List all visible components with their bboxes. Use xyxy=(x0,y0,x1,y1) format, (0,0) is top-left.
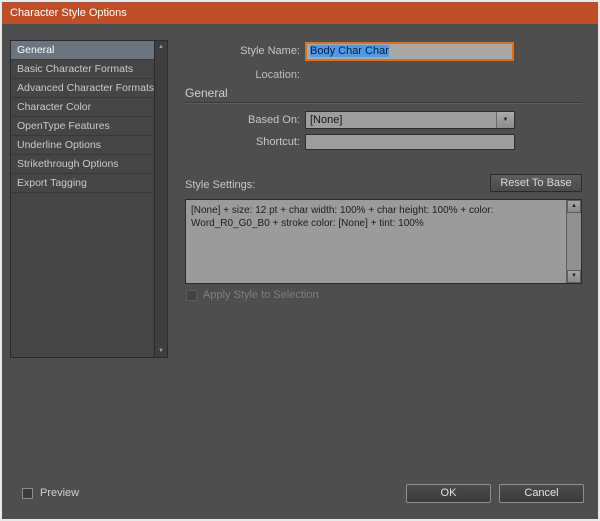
preview-checkbox[interactable] xyxy=(22,488,33,499)
reset-to-base-button[interactable]: Reset To Base xyxy=(490,174,582,192)
style-name-selected-text: Body Char Char xyxy=(310,45,389,57)
based-on-value: [None] xyxy=(310,114,343,126)
style-settings-text: [None] + size: 12 pt + char width: 100% … xyxy=(191,205,494,229)
scroll-up-icon[interactable]: ▲ xyxy=(155,41,167,53)
sidebar-item-advanced-character-formats[interactable]: Advanced Character Formats xyxy=(11,79,154,98)
settings-scrollbar[interactable]: ▲ ▼ xyxy=(566,200,581,283)
shortcut-label: Shortcut: xyxy=(255,136,300,148)
sidebar-list: General Basic Character Formats Advanced… xyxy=(11,41,154,193)
sidebar-item-strikethrough-options[interactable]: Strikethrough Options xyxy=(11,155,154,174)
location-label: Location: xyxy=(255,69,300,81)
style-settings-box[interactable]: [None] + size: 12 pt + char width: 100% … xyxy=(185,199,582,284)
sidebar-item-underline-options[interactable]: Underline Options xyxy=(11,136,154,155)
titlebar[interactable]: Character Style Options xyxy=(2,2,598,24)
window-title: Character Style Options xyxy=(10,7,127,19)
chevron-down-icon[interactable]: ▼ xyxy=(496,112,514,128)
scroll-up-icon[interactable]: ▲ xyxy=(567,200,581,213)
apply-style-checkbox xyxy=(186,290,197,301)
shortcut-input[interactable] xyxy=(305,134,515,150)
sidebar-item-character-color[interactable]: Character Color xyxy=(11,98,154,117)
cancel-button[interactable]: Cancel xyxy=(499,484,584,503)
sidebar-item-general[interactable]: General xyxy=(11,41,154,60)
based-on-label: Based On: xyxy=(248,114,300,126)
character-style-options-dialog: Character Style Options General Basic Ch… xyxy=(0,0,600,521)
sidebar-item-export-tagging[interactable]: Export Tagging xyxy=(11,174,154,193)
scroll-down-icon[interactable]: ▼ xyxy=(567,270,581,283)
based-on-dropdown[interactable]: [None] ▼ xyxy=(305,111,515,129)
preview-label: Preview xyxy=(40,487,80,499)
apply-style-label: Apply Style to Selection xyxy=(203,289,319,301)
style-name-input[interactable]: Body Char Char xyxy=(305,42,514,61)
style-settings-label: Style Settings: xyxy=(185,179,256,191)
sidebar: General Basic Character Formats Advanced… xyxy=(10,40,168,358)
sidebar-scrollbar[interactable]: ▲ ▼ xyxy=(154,41,167,357)
ok-button[interactable]: OK xyxy=(406,484,491,503)
section-heading: General xyxy=(185,86,228,100)
sidebar-item-basic-character-formats[interactable]: Basic Character Formats xyxy=(11,60,154,79)
style-name-label: Style Name: xyxy=(240,45,300,57)
sidebar-item-opentype-features[interactable]: OpenType Features xyxy=(11,117,154,136)
scroll-down-icon[interactable]: ▼ xyxy=(155,345,167,357)
section-divider xyxy=(185,102,582,103)
